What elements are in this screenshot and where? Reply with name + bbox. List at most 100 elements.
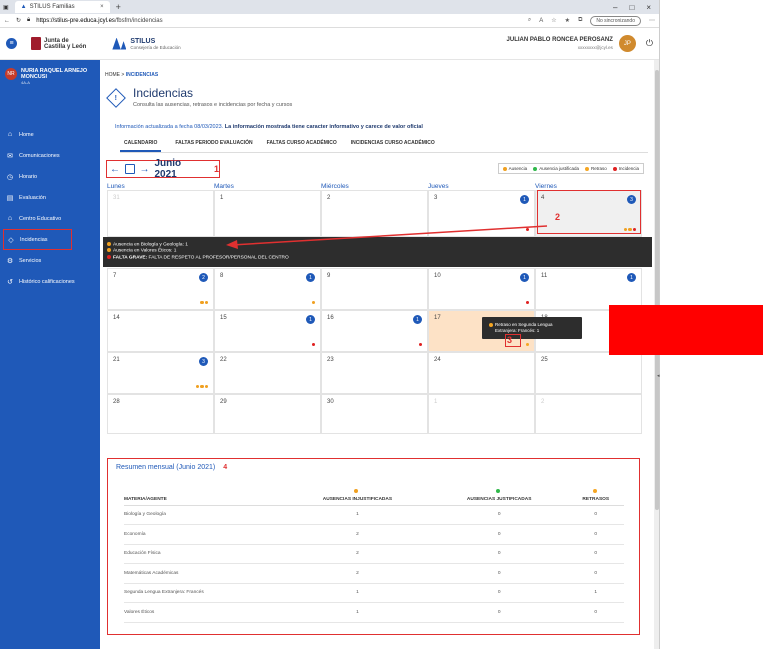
calendar-day[interactable]: 9 xyxy=(321,268,428,310)
weekday-label: Miércoles xyxy=(321,183,349,190)
calendar-day[interactable]: 30 xyxy=(321,394,428,434)
day-number: 7 xyxy=(113,273,117,279)
retraso-dot xyxy=(489,322,493,327)
breadcrumb-home[interactable]: HOME xyxy=(105,72,120,78)
calendar-day[interactable]: 81 xyxy=(214,268,321,310)
table-cell: 0 xyxy=(430,524,568,545)
history-icon: ↺ xyxy=(7,278,13,286)
popup-text: Ausencia en Valores Éticos: 1 xyxy=(113,248,177,254)
zoom-icon[interactable]: ⌕ xyxy=(528,17,531,24)
info-notice: Información actualizada a fecha 08/03/20… xyxy=(115,124,652,130)
calendar-day[interactable]: 31 xyxy=(428,190,535,237)
calendar-day[interactable]: 16 1 xyxy=(321,310,428,352)
legend-item: Retraso xyxy=(584,166,607,171)
sidebar-item-comunicaciones[interactable]: ✉ Comunicaciones xyxy=(0,145,100,166)
minimize-button[interactable]: – xyxy=(613,3,617,12)
refresh-icon[interactable]: ↻ xyxy=(16,17,21,24)
read-aloud-icon[interactable]: A xyxy=(539,18,543,24)
table-row: Educación Física 2 0 0 xyxy=(124,544,624,564)
calendar-day[interactable]: 14 xyxy=(107,310,214,352)
table-row: Biología y Geología 1 0 0 xyxy=(124,505,624,525)
table-row: Segunda Lengua Extranjera: Francés 1 0 1 xyxy=(124,583,624,603)
sidebar-item-centro[interactable]: ⌂ Centro Educativo xyxy=(0,208,100,229)
tab-faltas-curso[interactable]: FALTAS CURSO ACADÉMICO xyxy=(267,140,337,152)
day-number: 15 xyxy=(220,315,227,321)
power-icon[interactable]: ⏻ xyxy=(646,38,653,49)
next-month-icon[interactable]: → xyxy=(140,164,150,175)
calendar-day[interactable]: 2 xyxy=(535,394,642,434)
popup-bold: FALTA GRAVE: xyxy=(113,254,149,260)
mountain-icon xyxy=(112,37,127,50)
incident-dot xyxy=(525,342,529,346)
column-header-label: RETRASOS xyxy=(582,496,610,502)
day-number: 21 xyxy=(113,357,120,363)
day-number: 17 xyxy=(434,315,441,321)
favorites-bar-icon[interactable]: ★ xyxy=(565,17,570,24)
prev-month-icon[interactable]: ← xyxy=(110,164,120,175)
calendar-day[interactable]: 23 xyxy=(321,352,428,394)
calendar-day[interactable]: 10 1 xyxy=(428,268,535,310)
calendar-day[interactable]: 29 xyxy=(214,394,321,434)
scrollbar-thumb[interactable] xyxy=(655,70,659,510)
table-cell: 1 xyxy=(284,505,431,525)
sidebar-item-label: Servicios xyxy=(19,257,42,264)
more-icon[interactable]: ⋯ xyxy=(649,17,655,24)
calendar-day[interactable]: 1 xyxy=(214,190,321,237)
tab-faltas-periodo[interactable]: FALTAS PERIODO EVALUACIÓN xyxy=(175,140,252,152)
stilus-logo[interactable]: STILUS Consejería de Educación xyxy=(112,37,181,50)
sidebar-item-home[interactable]: ⌂ Home xyxy=(0,124,100,145)
tab-calendario[interactable]: CALENDARIO xyxy=(120,140,162,152)
calendar-day[interactable]: 24 xyxy=(428,352,535,394)
calendar-day[interactable]: 15 1 xyxy=(214,310,321,352)
calendar-day[interactable]: 1 xyxy=(428,394,535,434)
calendar-day[interactable]: 11 1 xyxy=(535,268,642,310)
column-header: RETRASOS xyxy=(567,483,624,506)
tab-incidencias-curso[interactable]: INCIDENCIAS CURSO ACADÉMICO xyxy=(351,140,435,152)
favorite-icon[interactable]: ☆ xyxy=(551,17,556,24)
calendar-day[interactable]: 31 xyxy=(107,190,214,237)
student-name: NURIA RAQUEL ARNEJO MONCUSI xyxy=(21,68,88,80)
back-icon[interactable]: ← xyxy=(4,18,10,24)
calendar-day[interactable]: 25 xyxy=(535,352,642,394)
annotation-box-2 xyxy=(537,190,641,234)
sidebar-item-servicios[interactable]: ⚙ Servicios xyxy=(0,250,100,271)
favicon-icon: ▲ xyxy=(20,4,27,10)
url-path: /fbsfm/incidencias xyxy=(114,17,163,24)
scroll-arrow-icon[interactable]: ◂ xyxy=(657,373,660,379)
incident-dots xyxy=(525,227,529,231)
student-card[interactable]: NR NURIA RAQUEL ARNEJO MONCUSI 4A-A xyxy=(0,60,100,106)
sidebar-item-historico[interactable]: ↺ Histórico calificaciones xyxy=(0,271,100,292)
legend-label: Ausencia justificada xyxy=(539,166,579,171)
tab-close-icon[interactable]: × xyxy=(100,4,104,10)
sidebar-item-evaluacion[interactable]: ▤ Evaluación xyxy=(0,187,100,208)
calendar-day[interactable]: 28 xyxy=(107,394,214,434)
info-date: Información actualizada a fecha 08/03/20… xyxy=(115,124,224,130)
incident-dots xyxy=(525,300,529,304)
window-close-button[interactable]: × xyxy=(646,3,651,12)
sidebar-nav: ⌂ Home ✉ Comunicaciones ◷ Horario ▤ Evaluaci… xyxy=(0,124,100,292)
calendar-icon[interactable] xyxy=(125,164,135,174)
day-number: 1 xyxy=(220,195,224,201)
day-number: 25 xyxy=(541,357,548,363)
calendar-day[interactable]: 22 xyxy=(214,352,321,394)
maximize-button[interactable]: □ xyxy=(629,3,634,12)
sidebar-item-horario[interactable]: ◷ Horario xyxy=(0,166,100,187)
sidebar-item-incidencias[interactable]: ◇ Incidencias xyxy=(3,229,72,250)
summary-table: MATERIA/AGENTE AUSENCIAS INJUSTIFICADAS AU… xyxy=(124,483,624,623)
collections-icon[interactable]: ⧉ xyxy=(578,17,582,24)
calendar-day[interactable]: 72 xyxy=(107,268,214,310)
calendar-day[interactable]: 21 3 xyxy=(107,352,214,394)
calendar-day[interactable]: 2 xyxy=(321,190,428,237)
sync-status-button[interactable]: No sincronizando xyxy=(590,15,641,26)
browser-tab[interactable]: ▲ STILUS Familias × xyxy=(14,1,110,13)
tab-list-icon[interactable]: ▣ xyxy=(3,4,9,11)
info-disclaimer: La información mostrada tiene caracter i… xyxy=(224,124,423,130)
summary-title: Resumen mensual (Junio 2021) xyxy=(116,464,216,471)
new-tab-button[interactable]: + xyxy=(116,2,121,12)
menu-icon[interactable]: ≡ xyxy=(6,38,17,49)
day-number: 29 xyxy=(220,399,227,405)
address-input[interactable]: https://stilus-pre.educa.jcyl.es/fbsfm/i… xyxy=(36,18,162,24)
incident-dot xyxy=(311,300,315,304)
incident-dots xyxy=(525,342,529,346)
user-avatar[interactable]: JP xyxy=(618,35,636,52)
